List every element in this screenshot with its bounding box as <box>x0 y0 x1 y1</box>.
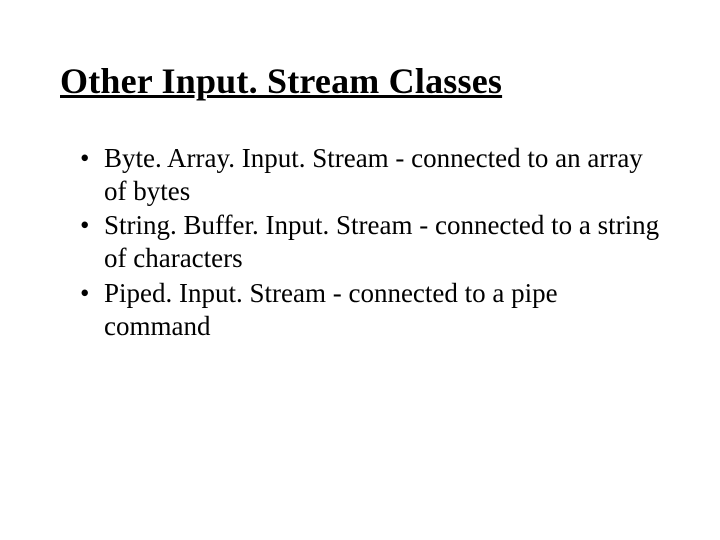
bullet-list: Byte. Array. Input. Stream - connected t… <box>60 142 660 344</box>
slide-title: Other Input. Stream Classes <box>60 62 660 102</box>
list-item: String. Buffer. Input. Stream - connecte… <box>80 209 660 275</box>
slide: Other Input. Stream Classes Byte. Array.… <box>0 0 720 540</box>
list-item: Byte. Array. Input. Stream - connected t… <box>80 142 660 208</box>
list-item: Piped. Input. Stream - connected to a pi… <box>80 277 660 343</box>
